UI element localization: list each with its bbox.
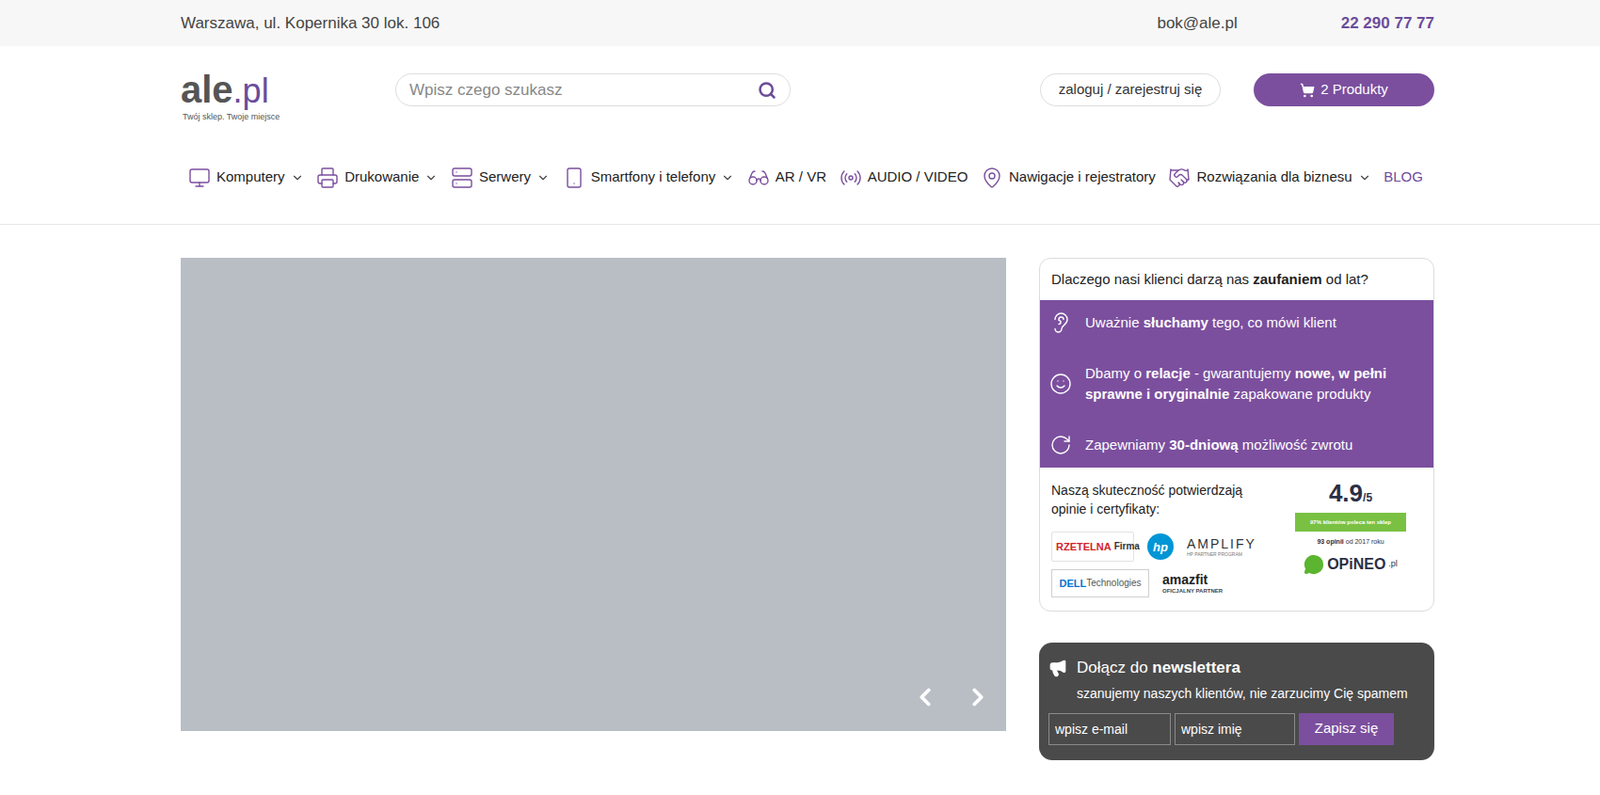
- trust-feature: Uważnie słuchamy tego, co mówi klient: [1049, 311, 1424, 335]
- newsletter-title: Dołącz do newslettera: [1076, 656, 1241, 681]
- hp-logo: hp: [1147, 533, 1174, 560]
- rzetelna-firma-logo: RZETELNAFirma: [1051, 531, 1135, 562]
- name-input[interactable]: [1174, 713, 1296, 746]
- chevron-down-icon: [1358, 171, 1372, 185]
- newsletter: Dołącz do newslettera szanujemy naszych k…: [1039, 642, 1435, 761]
- category-icon: [562, 166, 586, 190]
- megaphone-icon: [1048, 658, 1068, 678]
- chevron-down-icon: [536, 171, 550, 185]
- email[interactable]: bok@ale.pl: [1156, 11, 1237, 36]
- amplify-logo: AMPLIFYHP PARTNER PROGRAM: [1186, 537, 1257, 558]
- nav-item[interactable]: AR / VR: [747, 166, 827, 190]
- trust-feature: Dbamy o relacje - gwarantujemy nowe, w p…: [1049, 363, 1424, 405]
- opineo-bubble-icon: [1303, 554, 1325, 576]
- nav-item[interactable]: Serwery: [450, 166, 550, 190]
- amazfit-logo: amazfitOFICJALNY PARTNER: [1162, 573, 1223, 594]
- chevron-down-icon: [720, 171, 735, 185]
- main-nav: Komputery Drukowanie Serwery Smartfony i te…: [180, 159, 1435, 197]
- search-box[interactable]: [395, 73, 791, 107]
- category-icon: [839, 166, 863, 190]
- hero-banner[interactable]: [180, 257, 1007, 732]
- search-icon[interactable]: [757, 80, 777, 100]
- cart-button[interactable]: 2 Produkty: [1253, 73, 1435, 107]
- category-icon: [1168, 166, 1191, 190]
- top-bar: Warszawa, ul. Kopernika 30 lok. 106 bok@a…: [0, 0, 1600, 47]
- trust-feature: Zapewniamy 30-dniową możliwość zwrotu: [1049, 433, 1424, 457]
- chevron-down-icon: [290, 171, 304, 185]
- prev-slide-icon[interactable]: [911, 683, 940, 712]
- chevron-down-icon: [424, 171, 438, 185]
- subscribe-button[interactable]: Zapisz się: [1298, 713, 1394, 746]
- rating[interactable]: 4.9/597% klientów poleca ten sklep93 opi…: [1292, 480, 1409, 598]
- category-icon: [316, 166, 339, 190]
- category-icon: [188, 166, 211, 190]
- opineo-logo: OPiNEO.pl: [1303, 553, 1398, 576]
- page: Warszawa, ul. Kopernika 30 lok. 106 bok@a…: [0, 0, 1600, 795]
- address: Warszawa, ul. Kopernika 30 lok. 106: [180, 11, 440, 36]
- nav-item[interactable]: BLOG: [1383, 166, 1424, 189]
- recommend-badge: 97% klientów poleca ten sklep: [1295, 512, 1407, 532]
- logo[interactable]: ale.plTwój sklep. Twoje miejsce: [180, 70, 396, 125]
- dell-logo: DELLTechnologies: [1051, 569, 1150, 598]
- email-input[interactable]: [1048, 713, 1171, 746]
- feature-icon: [1049, 372, 1072, 396]
- trust-features: Uważnie słuchamy tego, co mówi klient Dba…: [1040, 300, 1434, 468]
- category-icon: [450, 166, 474, 190]
- category-icon: [747, 166, 770, 190]
- trust-card: Dlaczego nasi klienci darzą nas zaufanie…: [1039, 257, 1435, 613]
- next-slide-icon[interactable]: [963, 683, 992, 712]
- category-icon: [980, 166, 1004, 190]
- trust-proof: Naszą skuteczność potwierdzają opinie i …: [1040, 467, 1434, 611]
- nav-item[interactable]: Rozwiązania dla biznesu: [1168, 166, 1371, 190]
- login-button[interactable]: zaloguj / zarejestruj się: [1040, 73, 1221, 107]
- header: ale.plTwój sklep. Twoje miejsce zaloguj /…: [0, 46, 1600, 225]
- phone[interactable]: 22 290 77 77: [1341, 11, 1435, 36]
- nav-item[interactable]: AUDIO / VIDEO: [839, 166, 969, 190]
- trust-title: Dlaczego nasi klienci darzą nas zaufanie…: [1040, 258, 1434, 302]
- nav-item[interactable]: Nawigacje i rejestratory: [980, 166, 1156, 190]
- feature-icon: [1049, 433, 1072, 457]
- cart-icon: [1299, 82, 1315, 98]
- nav-item[interactable]: Drukowanie: [316, 166, 438, 190]
- newsletter-subtitle: szanujemy naszych klientów, nie zarzucim…: [1048, 684, 1425, 704]
- feature-icon: [1049, 311, 1072, 335]
- nav-item[interactable]: Komputery: [188, 166, 304, 190]
- nav-item[interactable]: Smartfony i telefony: [562, 166, 736, 190]
- search-input[interactable]: [409, 78, 758, 103]
